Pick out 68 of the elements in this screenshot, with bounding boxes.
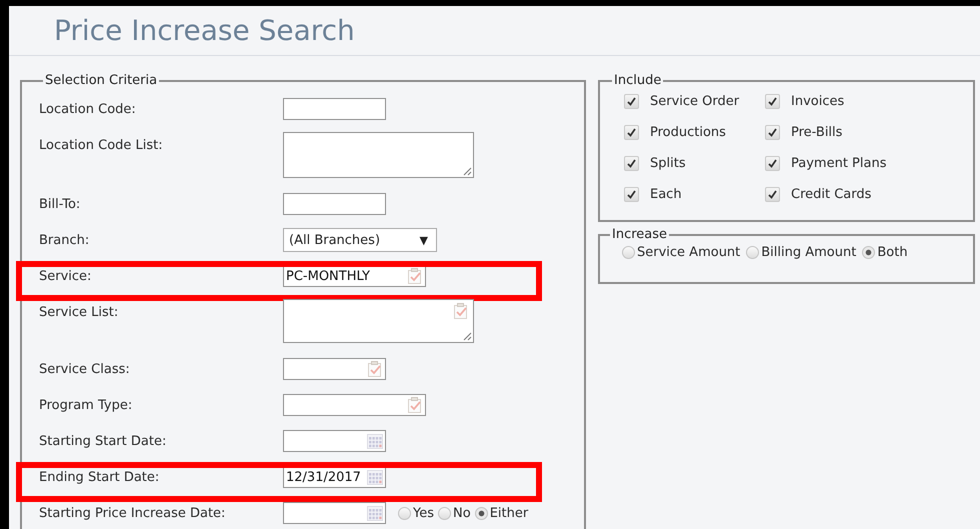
checkmark-icon — [768, 190, 777, 199]
radio-option[interactable]: Service Amount — [622, 245, 740, 260]
field-label: Ending Start Date: — [39, 470, 160, 484]
page-title: Price Increase Search — [54, 14, 355, 47]
checkbox-option[interactable]: Pre-Bills — [765, 123, 925, 142]
checkbox[interactable] — [765, 125, 780, 140]
field-label: Location Code: — [39, 102, 137, 116]
checkmark-icon — [768, 159, 777, 168]
lookup-field[interactable] — [283, 358, 386, 380]
branch-dropdown[interactable]: (All Branches) ▼ — [283, 228, 437, 252]
field-label: Service List: — [39, 304, 120, 320]
lookup-text-area[interactable] — [283, 299, 474, 343]
field-label: Bill-To: — [39, 196, 82, 212]
date-field[interactable] — [283, 430, 386, 452]
panel-legend: Include — [612, 74, 664, 88]
checkbox[interactable] — [624, 94, 639, 109]
radio-icon[interactable] — [862, 246, 876, 259]
radio-option[interactable]: Billing Amount — [746, 245, 856, 260]
lookup-field[interactable]: PC-MONTHLY — [283, 265, 426, 287]
checkmark-icon — [627, 190, 636, 199]
resize-grip-icon[interactable] — [463, 332, 472, 341]
checkmark-icon — [627, 97, 636, 106]
field-label: Starting Price Increase Date: — [39, 506, 226, 520]
date-field[interactable]: 12/31/2017 — [283, 466, 386, 488]
radio-icon[interactable] — [746, 246, 760, 259]
checkbox-option[interactable]: Productions — [624, 123, 765, 142]
checkbox-option[interactable]: Service Order — [624, 92, 765, 111]
radio-icon[interactable] — [622, 246, 635, 259]
checkbox-option[interactable]: Payment Plans — [765, 154, 925, 173]
radio-option[interactable]: Either — [474, 506, 528, 520]
checkbox[interactable] — [765, 187, 780, 202]
radio-option[interactable]: Yes — [398, 506, 434, 520]
field-label: Service: — [39, 268, 92, 284]
radio-option[interactable]: Both — [862, 245, 908, 260]
radio-icon[interactable] — [474, 506, 488, 520]
clipboard-icon[interactable] — [453, 303, 469, 320]
field-label: Service Class: — [39, 362, 131, 376]
resize-grip-icon[interactable] — [463, 167, 472, 176]
checkbox-option[interactable]: Credit Cards — [765, 185, 925, 204]
panel-legend: Selection Criteria — [43, 74, 160, 88]
checkmark-icon — [627, 159, 636, 168]
checkbox-option[interactable]: Invoices — [765, 92, 925, 111]
radio-icon[interactable] — [398, 506, 411, 520]
checkbox[interactable] — [765, 94, 780, 109]
clipboard-icon[interactable] — [407, 397, 423, 414]
checkmark-icon — [768, 97, 777, 106]
text-field[interactable] — [283, 98, 386, 120]
checkmark-icon — [627, 128, 636, 137]
radio-option[interactable]: No — [438, 506, 471, 520]
panel-legend: Increase — [610, 228, 670, 242]
clipboard-icon[interactable] — [407, 268, 423, 285]
date-field[interactable] — [283, 502, 386, 524]
checkmark-icon — [768, 128, 777, 137]
checkbox[interactable] — [624, 125, 639, 140]
clipboard-icon[interactable] — [367, 361, 383, 378]
checkbox[interactable] — [624, 187, 639, 202]
checkbox[interactable] — [765, 156, 780, 171]
radio-icon[interactable] — [438, 506, 451, 520]
field-label: Location Code List: — [39, 137, 164, 153]
text-field[interactable] — [283, 193, 386, 215]
checkbox-option[interactable]: Each — [624, 185, 765, 204]
field-label: Branch: — [39, 232, 90, 248]
lookup-field[interactable] — [283, 394, 426, 416]
field-label: Starting Start Date: — [39, 434, 168, 448]
text-area[interactable] — [283, 132, 474, 178]
checkbox[interactable] — [624, 156, 639, 171]
checkbox-option[interactable]: Splits — [624, 154, 765, 173]
field-label: Program Type: — [39, 398, 134, 412]
